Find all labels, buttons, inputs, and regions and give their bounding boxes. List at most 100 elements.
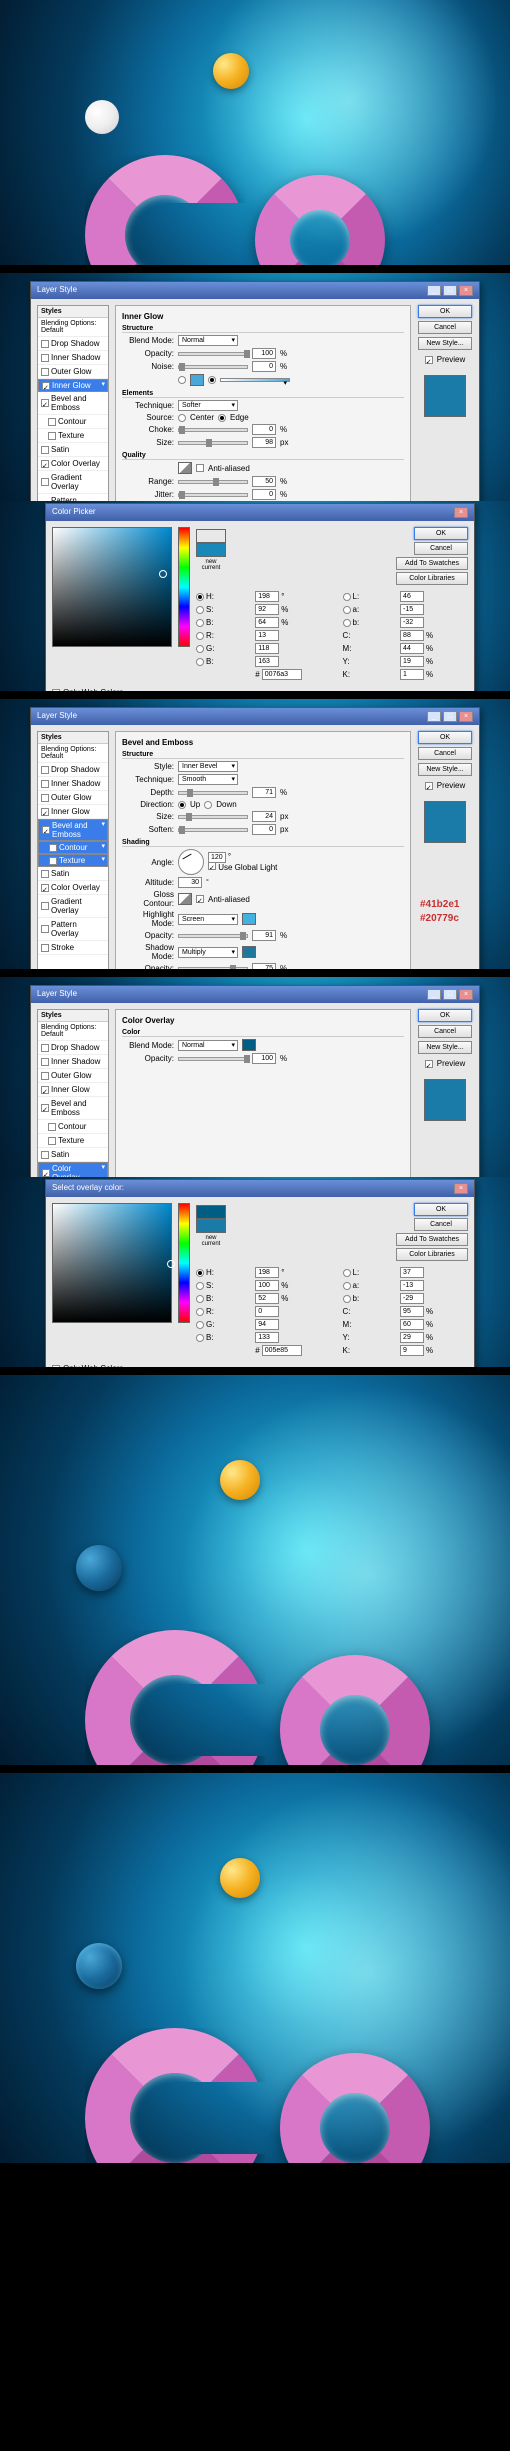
ok-button[interactable]: OK [418,305,472,318]
close-button[interactable]: × [454,1183,468,1194]
depth-input[interactable]: 71 [252,787,276,798]
a-radio[interactable] [343,1282,351,1290]
opacity-input[interactable]: 100 [252,1053,276,1064]
b2-radio[interactable] [343,619,351,627]
cancel-button[interactable]: Cancel [414,1218,468,1231]
maximize-button[interactable]: □ [443,989,457,1000]
b-input[interactable]: 52 [255,1293,279,1304]
range-slider[interactable] [178,480,248,484]
y-input[interactable]: 19 [400,656,424,667]
blending-options[interactable]: Blending Options: Default [38,744,108,763]
checkbox[interactable] [41,944,49,952]
style-contour[interactable]: Contour [38,841,108,854]
checkbox[interactable] [41,446,49,454]
style-texture[interactable]: Texture [38,1134,108,1148]
hex-input[interactable]: 0076a3 [262,669,302,680]
antialiased-checkbox[interactable] [196,464,204,472]
styles-header[interactable]: Styles [38,732,108,744]
new-style-button[interactable]: New Style... [418,1041,472,1054]
s-input[interactable]: 100 [255,1280,279,1291]
s-opacity-slider[interactable] [178,967,248,970]
checkbox[interactable] [41,780,49,788]
gloss-contour-thumb[interactable] [178,893,192,905]
a-radio[interactable] [343,606,351,614]
ok-button[interactable]: OK [418,1009,472,1022]
style-inner-glow[interactable]: Inner Glow [38,805,108,819]
color-radio[interactable] [178,376,186,384]
l-radio[interactable] [343,1269,351,1277]
altitude-input[interactable]: 30 [178,877,202,888]
style-inner-shadow[interactable]: Inner Shadow [38,351,108,365]
checkbox[interactable] [41,808,49,816]
technique-select[interactable]: Smooth [178,774,238,785]
gradient-radio[interactable] [208,376,216,384]
k-input[interactable]: 1 [400,669,424,680]
size-input[interactable]: 98 [252,437,276,448]
add-swatches-button[interactable]: Add To Swatches [396,557,468,570]
overlay-color-swatch[interactable] [242,1039,256,1051]
bv-input[interactable]: 163 [255,656,279,667]
add-swatches-button[interactable]: Add To Swatches [396,1233,468,1246]
direction-up-radio[interactable] [178,801,186,809]
m-input[interactable]: 44 [400,643,424,654]
opacity-slider[interactable] [178,352,248,356]
cancel-button[interactable]: Cancel [418,1025,472,1038]
close-button[interactable]: × [459,711,473,722]
color-swatch[interactable] [190,374,204,386]
ok-button[interactable]: OK [414,1203,468,1216]
range-input[interactable]: 50 [252,476,276,487]
style-inner-shadow[interactable]: Inner Shadow [38,1055,108,1069]
hex-input[interactable]: 005e85 [262,1345,302,1356]
styles-header[interactable]: Styles [38,1010,108,1022]
maximize-button[interactable]: □ [443,711,457,722]
ok-button[interactable]: OK [414,527,468,540]
style-stroke[interactable]: Stroke [38,941,108,955]
style-contour[interactable]: Contour [38,1120,108,1134]
new-style-button[interactable]: New Style... [418,763,472,776]
color-libraries-button[interactable]: Color Libraries [396,1248,468,1261]
checkbox[interactable] [41,870,49,878]
checkbox[interactable] [49,844,57,852]
checkbox[interactable] [42,826,50,834]
soften-slider[interactable] [178,828,248,832]
checkbox[interactable] [41,399,49,407]
style-satin[interactable]: Satin [38,443,108,457]
direction-down-radio[interactable] [204,801,212,809]
checkbox[interactable] [41,340,49,348]
h-opacity-slider[interactable] [178,934,248,938]
only-web-checkbox[interactable] [52,689,60,692]
style-color-overlay[interactable]: Color Overlay [38,881,108,895]
l-input[interactable]: 46 [400,591,424,602]
highlight-mode-select[interactable]: Screen [178,914,238,925]
style-bevel-emboss[interactable]: Bevel and Emboss [38,819,108,841]
technique-select[interactable]: Softer [178,400,238,411]
color-field[interactable] [52,1203,172,1323]
preview-checkbox[interactable] [425,356,433,364]
global-light-checkbox[interactable] [208,862,216,870]
style-contour[interactable]: Contour [38,415,108,429]
b2-input[interactable]: -32 [400,617,424,628]
g-input[interactable]: 118 [255,643,279,654]
style-color-overlay[interactable]: Color Overlay [38,1162,108,1177]
style-texture[interactable]: Texture [38,429,108,443]
s-radio[interactable] [196,1282,204,1290]
style-texture[interactable]: Texture [38,854,108,867]
a-input[interactable]: -15 [400,604,424,615]
checkbox[interactable] [41,766,49,774]
s-input[interactable]: 92 [255,604,279,615]
blending-options[interactable]: Blending Options: Default [38,1022,108,1041]
b-radio[interactable] [196,619,204,627]
size-slider[interactable] [178,441,248,445]
color-field[interactable] [52,527,172,647]
style-select[interactable]: Inner Bevel [178,761,238,772]
checkbox[interactable] [42,382,50,390]
m-input[interactable]: 60 [400,1319,424,1330]
style-inner-shadow[interactable]: Inner Shadow [38,777,108,791]
checkbox[interactable] [41,1086,49,1094]
checkbox[interactable] [48,418,56,426]
checkbox[interactable] [41,1058,49,1066]
c-input[interactable]: 88 [400,630,424,641]
source-edge-radio[interactable] [218,414,226,422]
jitter-input[interactable]: 0 [252,489,276,500]
style-outer-glow[interactable]: Outer Glow [38,791,108,805]
